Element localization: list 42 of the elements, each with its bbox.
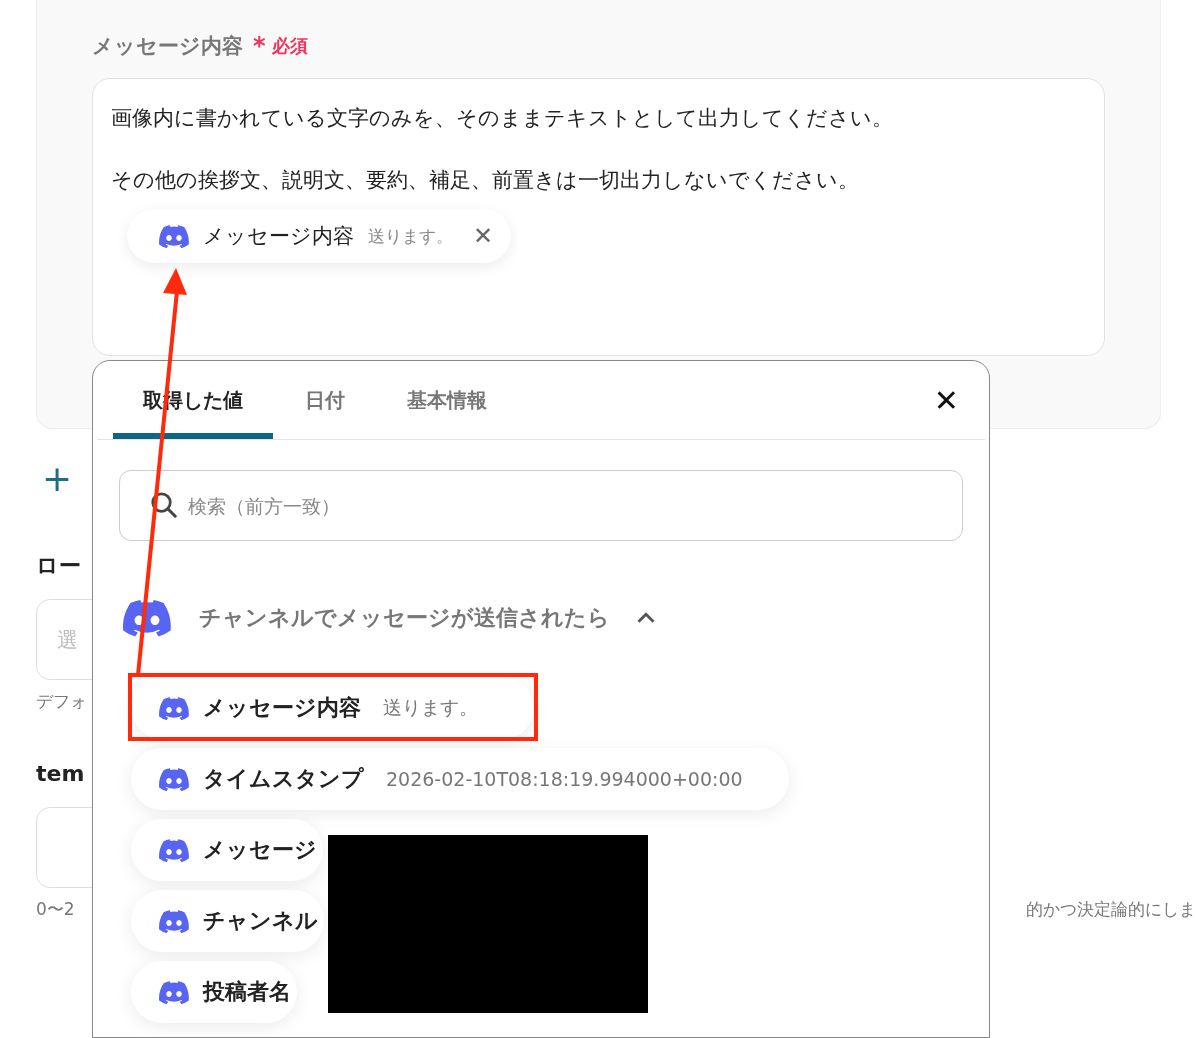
chip-value: 送ります。 [368, 224, 453, 248]
item-name: チャンネル [203, 907, 318, 935]
add-button[interactable]: + [42, 459, 73, 499]
item-name: 投稿者名 [203, 978, 291, 1006]
placeholder-text: 選 [57, 626, 78, 654]
item-name: メッセージ内容 [203, 694, 361, 722]
game-controller-icon [159, 767, 189, 791]
close-button[interactable]: ✕ [933, 382, 959, 418]
variable-item[interactable]: 投稿者名 [131, 961, 297, 1023]
item-value: 送ります。 [383, 695, 478, 720]
remove-button[interactable]: ✕ [467, 222, 494, 250]
variable-item[interactable]: チャンネル [131, 890, 324, 952]
required-tag: 必須 [271, 34, 308, 58]
variable-item[interactable]: メッセージ内容 送ります。 [131, 677, 534, 739]
required-asterisk: * [253, 32, 266, 60]
variable-item[interactable]: タイムスタンプ 2026-02-10T08:18:19.994000+00:00 [131, 748, 789, 810]
game-controller-icon [159, 909, 189, 933]
hint-text: デフォ [36, 690, 87, 713]
game-controller-icon [123, 599, 171, 637]
field-label: メッセージ内容 [92, 33, 243, 60]
message-field[interactable]: 画像内に書かれている文字のみを、そのままテキストとして出力してください。 その他の挨拶文、説明文、要約、補足、前置きは一切出力しないでください。 メッセージ内容 送ります。 ✕ [92, 78, 1105, 356]
item-name: メッセージ [203, 836, 317, 864]
message-text: その他の挨拶文、説明文、要約、補足、前置きは一切出力しないでください。 [111, 167, 860, 194]
hint-text: 的かつ決定論的にしま [1026, 898, 1196, 921]
game-controller-icon [159, 838, 189, 862]
search-field[interactable]: 検索（前方一致） [119, 470, 963, 541]
group-title: チャンネルでメッセージが送信されたら [199, 604, 610, 632]
game-controller-icon [159, 980, 189, 1004]
variable-chip[interactable]: メッセージ内容 送ります。 ✕ [127, 209, 512, 263]
setting-label: ロー [36, 552, 81, 580]
hint-text: 0〜2 [36, 898, 75, 921]
item-name: タイムスタンプ [203, 765, 364, 793]
item-value: 2026-02-10T08:18:19.994000+00:00 [386, 768, 743, 790]
chip-name: メッセージ内容 [203, 223, 354, 250]
game-controller-icon [159, 224, 189, 248]
variable-item[interactable]: メッセージ [131, 819, 323, 881]
game-controller-icon [159, 696, 189, 720]
tab[interactable]: 基本情報 [377, 361, 517, 439]
message-text: 画像内に書かれている文字のみを、そのままテキストとして出力してください。 [111, 105, 894, 132]
tab[interactable]: 日付 [275, 361, 375, 439]
group-header[interactable]: チャンネルでメッセージが送信されたら [123, 593, 985, 643]
setting-label: tem [36, 760, 85, 788]
